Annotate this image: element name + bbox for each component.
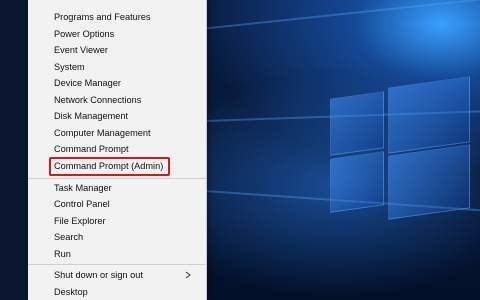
menu-item-system[interactable]: System xyxy=(54,59,198,75)
menu-item-control-panel[interactable]: Control Panel xyxy=(54,196,198,212)
windows-logo-pane xyxy=(330,151,384,213)
menu-item-file-explorer[interactable]: File Explorer xyxy=(54,213,198,229)
menu-item-disk-management[interactable]: Disk Management xyxy=(54,108,198,124)
menu-item-desktop[interactable]: Desktop xyxy=(54,284,198,300)
menu-item-device-manager[interactable]: Device Manager xyxy=(54,75,198,91)
menu-item-network-connections[interactable]: Network Connections xyxy=(54,92,198,108)
chevron-right-icon xyxy=(185,271,191,279)
windows-logo-pane xyxy=(388,144,470,220)
windows-logo-pane xyxy=(388,76,470,154)
menu-separator xyxy=(28,178,206,179)
power-user-menu: Programs and Features Power Options Even… xyxy=(28,0,207,300)
menu-item-command-prompt[interactable]: Command Prompt xyxy=(54,141,198,157)
desktop-edge xyxy=(0,0,28,300)
menu-item-event-viewer[interactable]: Event Viewer xyxy=(54,42,198,58)
menu-item-computer-management[interactable]: Computer Management xyxy=(54,125,198,141)
light-ray xyxy=(199,0,480,30)
menu-item-task-manager[interactable]: Task Manager xyxy=(54,180,198,196)
windows-logo-pane xyxy=(330,91,384,156)
menu-separator xyxy=(28,264,206,265)
menu-item-label: Shut down or sign out xyxy=(54,270,143,280)
menu-item-run[interactable]: Run xyxy=(54,246,198,262)
menu-item-search[interactable]: Search xyxy=(54,229,198,245)
highlight-box xyxy=(49,157,170,176)
menu-item-shut-down-or-sign-out[interactable]: Shut down or sign out xyxy=(54,267,198,283)
menu-item-power-options[interactable]: Power Options xyxy=(54,26,198,42)
menu-item-programs-and-features[interactable]: Programs and Features xyxy=(54,9,198,25)
